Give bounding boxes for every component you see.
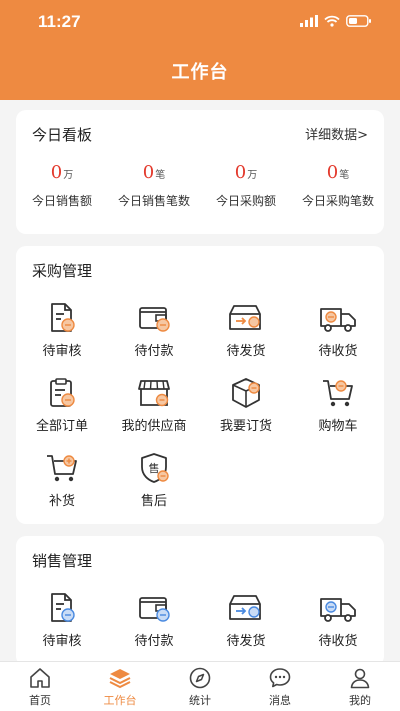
sales-pending-receipt[interactable]: 待收货: [292, 592, 384, 649]
stat-label: 今日采购额: [215, 194, 276, 208]
after-sales-glyph: 售: [149, 461, 160, 475]
stat-purchase-amount[interactable]: 0万 今日采购额: [200, 162, 292, 209]
stat-sales-count[interactable]: 0笔 今日销售笔数: [108, 162, 200, 209]
wifi-icon: [324, 15, 340, 27]
tab-statistics[interactable]: 统计: [160, 666, 240, 708]
storefront-icon: [138, 380, 170, 407]
stat-unit: 万: [247, 170, 258, 181]
app-header: 11:27 工作台: [0, 0, 400, 100]
delivery-truck-icon: [320, 598, 356, 622]
purchase-restock[interactable]: 补货: [16, 452, 108, 509]
status-time: 11:27: [38, 12, 81, 31]
purchase-shopping-cart[interactable]: 购物车: [292, 377, 384, 434]
ship-box-icon: [229, 305, 261, 330]
document-review-icon: [51, 303, 75, 332]
purchase-after-sales[interactable]: 售 售后: [108, 452, 200, 509]
tab-messages[interactable]: 消息: [240, 666, 320, 708]
purchase-management-card: 采购管理 待审核 待付款 待发货 待收货 全部订单 我的供应商 我要订货 购物车…: [16, 246, 384, 524]
stat-unit: 万: [63, 170, 74, 181]
page-title: 工作台: [171, 62, 229, 83]
grid-label: 待审核: [42, 344, 82, 359]
clipboard-order-icon: [50, 378, 75, 407]
stat-sales-amount[interactable]: 0万 今日销售额: [16, 162, 108, 209]
stat-label: 今日销售额: [31, 194, 92, 208]
signal-icon: [300, 15, 318, 27]
tab-home[interactable]: 首页: [0, 666, 80, 708]
sales-pending-payment[interactable]: 待付款: [108, 592, 200, 649]
grid-label: 我要订货: [219, 419, 272, 434]
stat-value: 0: [50, 162, 63, 183]
grid-label: 待付款: [134, 344, 174, 359]
status-bar: 11:27: [0, 0, 400, 44]
purchase-pending-receipt[interactable]: 待收货: [292, 302, 384, 359]
after-sales-shield-icon: 售: [141, 453, 169, 483]
tab-label: 工作台: [103, 694, 137, 707]
sales-management-card: 销售管理 待审核 待付款 待发货 待收货: [16, 536, 384, 666]
home-icon: [30, 668, 50, 688]
stat-value: 0: [234, 162, 247, 183]
tab-workbench[interactable]: 工作台: [80, 666, 160, 708]
document-review-icon: [51, 593, 75, 622]
purchase-place-order[interactable]: 我要订货: [200, 377, 292, 434]
tab-label: 首页: [29, 694, 51, 707]
tab-label: 统计: [189, 694, 211, 707]
tab-label: 我的: [349, 694, 371, 707]
purchase-pending-review[interactable]: 待审核: [16, 302, 108, 359]
status-icons: [300, 15, 372, 27]
stat-unit: 笔: [155, 170, 166, 181]
purchase-pending-shipment[interactable]: 待发货: [200, 302, 292, 359]
grid-label: 待发货: [226, 634, 266, 649]
grid-label: 全部订单: [35, 419, 88, 434]
purchase-all-orders[interactable]: 全部订单: [16, 377, 108, 434]
purchase-my-suppliers[interactable]: 我的供应商: [108, 377, 200, 434]
grid-label: 售后: [140, 494, 167, 509]
grid-label: 待收货: [318, 344, 358, 359]
sales-pending-review[interactable]: 待审核: [16, 592, 108, 649]
stat-value: 0: [142, 162, 155, 183]
sales-section-title: 销售管理: [32, 552, 93, 570]
stat-unit: 笔: [339, 170, 350, 181]
delivery-truck-icon: [320, 308, 356, 332]
grid-label: 我的供应商: [121, 419, 187, 434]
ship-box-icon: [229, 595, 261, 620]
compass-icon: [189, 667, 211, 689]
restock-cart-icon: [47, 455, 77, 482]
stat-label: 今日销售笔数: [117, 194, 190, 208]
stat-purchase-count[interactable]: 0笔 今日采购笔数: [292, 162, 384, 209]
grid-label: 待收货: [318, 634, 358, 649]
layers-icon: [109, 669, 131, 689]
grid-label: 待发货: [226, 344, 266, 359]
today-dashboard-card: 今日看板 详细数据> 0万 今日销售额 0笔 今日销售笔数 0万 今日采购额 0…: [16, 110, 384, 234]
stat-label: 今日采购笔数: [301, 194, 374, 208]
package-icon: [232, 378, 260, 408]
wallet-icon: [139, 597, 170, 622]
chat-bubble-icon: [269, 668, 291, 688]
battery-icon: [346, 15, 371, 27]
bottom-tab-bar: 首页 工作台 统计 消息 我的: [0, 661, 400, 711]
tab-mine[interactable]: 我的: [320, 666, 400, 708]
sales-pending-shipment[interactable]: 待发货: [200, 592, 292, 649]
detail-data-link[interactable]: 详细数据>: [305, 124, 368, 143]
grid-label: 补货: [48, 494, 75, 509]
wallet-icon: [139, 307, 170, 332]
grid-label: 购物车: [318, 419, 358, 434]
grid-label: 待付款: [134, 634, 174, 649]
user-icon: [350, 668, 370, 689]
grid-label: 待审核: [42, 634, 82, 649]
dashboard-title: 今日看板: [32, 126, 93, 144]
purchase-section-title: 采购管理: [32, 262, 93, 280]
stat-value: 0: [326, 162, 339, 183]
purchase-pending-payment[interactable]: 待付款: [108, 302, 200, 359]
tab-label: 消息: [269, 694, 291, 707]
shopping-cart-icon: [323, 380, 353, 407]
